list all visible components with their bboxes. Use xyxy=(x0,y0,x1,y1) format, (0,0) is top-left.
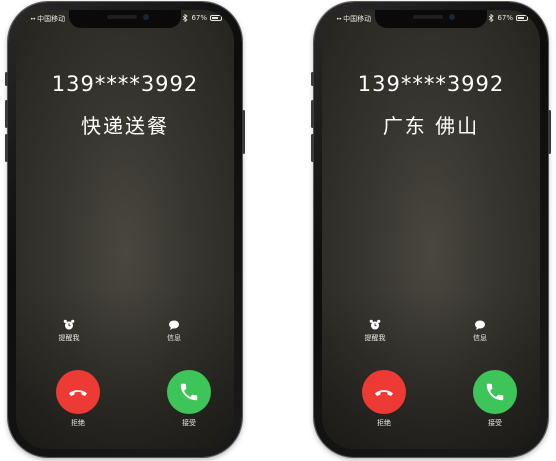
battery-icon xyxy=(210,15,222,21)
alarm-clock-icon xyxy=(63,319,75,330)
carrier-info: •• 中国移动 xyxy=(30,14,65,24)
speech-bubble-icon xyxy=(475,320,485,330)
accept-call-button[interactable] xyxy=(167,370,211,414)
battery-percent: 67% xyxy=(497,14,513,22)
volume-down-button xyxy=(311,134,314,162)
accept-label: 接受 xyxy=(182,419,196,427)
volume-up-button xyxy=(5,100,8,128)
speech-bubble-icon xyxy=(169,320,179,330)
message-button[interactable]: 信息 xyxy=(144,319,204,343)
status-bar: •• 中国移动 67% xyxy=(336,14,528,26)
message-label: 信息 xyxy=(473,334,487,342)
decline-label: 拒绝 xyxy=(377,419,391,427)
battery-percent: 67% xyxy=(191,14,207,22)
status-right: 67% xyxy=(182,14,222,22)
comparison-stage: •• 中国移动 67% 139****3992 快递送餐 提醒我 信息 拒绝 接… xyxy=(0,0,556,461)
remind-me-label: 提醒我 xyxy=(58,334,80,342)
caller-number: 139****3992 xyxy=(51,72,199,96)
phone-right: •• 中国移动 67% 139****3992 广东 佛山 提醒我 信息 拒绝 … xyxy=(311,2,551,457)
signal-icon: •• xyxy=(30,15,36,23)
remind-me-button[interactable]: 提醒我 xyxy=(345,319,405,343)
status-right: 67% xyxy=(488,14,528,22)
volume-down-button xyxy=(5,134,8,162)
mute-switch xyxy=(311,72,314,86)
side-button xyxy=(548,110,551,154)
caller-label: 快递送餐 xyxy=(81,114,169,138)
incoming-call-screen: •• 中国移动 67% 139****3992 广东 佛山 提醒我 信息 拒绝 … xyxy=(322,10,540,449)
mute-switch xyxy=(5,72,8,86)
phone-icon xyxy=(180,383,198,401)
phone-hangup-icon xyxy=(69,390,87,396)
carrier-name: 中国移动 xyxy=(343,15,372,23)
bluetooth-icon xyxy=(489,14,495,22)
signal-icon: •• xyxy=(336,15,342,23)
battery-icon xyxy=(516,15,528,21)
accept-label: 接受 xyxy=(488,419,502,427)
carrier-info: •• 中国移动 xyxy=(336,14,371,24)
caller-location: 广东 佛山 xyxy=(382,114,480,138)
remind-me-label: 提醒我 xyxy=(364,334,386,342)
status-bar: •• 中国移动 67% xyxy=(30,14,222,26)
side-button xyxy=(242,110,245,154)
volume-up-button xyxy=(311,100,314,128)
remind-me-button[interactable]: 提醒我 xyxy=(39,319,99,343)
phone-icon xyxy=(486,383,504,401)
caller-number: 139****3992 xyxy=(357,72,505,96)
message-button[interactable]: 信息 xyxy=(450,319,510,343)
phone-left: •• 中国移动 67% 139****3992 快递送餐 提醒我 信息 拒绝 接… xyxy=(5,2,245,457)
incoming-call-screen: •• 中国移动 67% 139****3992 快递送餐 提醒我 信息 拒绝 接… xyxy=(16,10,234,449)
phone-hangup-icon xyxy=(375,390,393,396)
decline-call-button[interactable] xyxy=(56,370,100,414)
decline-call-button[interactable] xyxy=(362,370,406,414)
carrier-name: 中国移动 xyxy=(37,15,66,23)
bluetooth-icon xyxy=(183,14,189,22)
decline-label: 拒绝 xyxy=(71,419,85,427)
alarm-clock-icon xyxy=(369,319,381,330)
accept-call-button[interactable] xyxy=(473,370,517,414)
message-label: 信息 xyxy=(167,334,181,342)
